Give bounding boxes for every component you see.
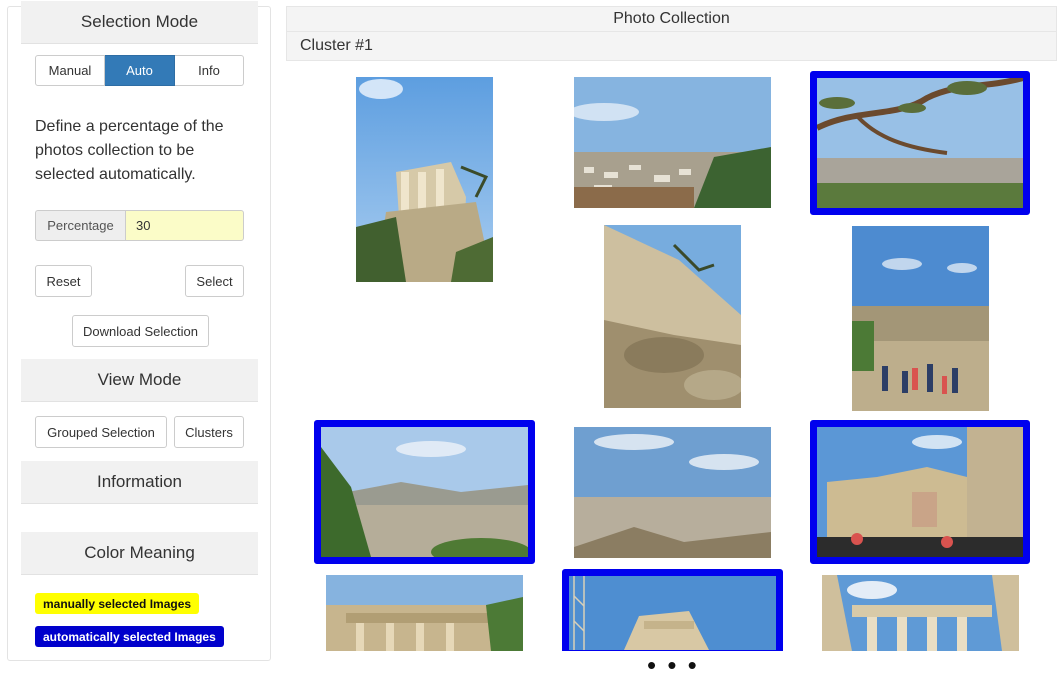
photo-fortification-wall[interactable] xyxy=(604,225,741,408)
clusters-button[interactable]: Clusters xyxy=(174,416,244,448)
photo-athens-cityscape[interactable] xyxy=(574,427,771,558)
photo-collection-panel: Photo Collection Cluster #1 • • • xyxy=(286,6,1057,678)
photo-city-panorama-odeon[interactable] xyxy=(574,77,771,208)
selection-mode-title: Selection Mode xyxy=(80,12,199,31)
view-mode-title: View Mode xyxy=(97,370,182,389)
auto-selected-badge: automatically selected Images xyxy=(35,626,224,647)
color-meaning-header: Color Meaning xyxy=(21,532,258,575)
cluster-label: Cluster #1 xyxy=(286,31,1057,61)
color-meaning-title: Color Meaning xyxy=(84,543,195,562)
percentage-input[interactable] xyxy=(125,210,244,241)
photo-propylaea-visitors[interactable] xyxy=(810,420,1030,564)
mode-tabs: Manual Auto Info xyxy=(35,55,244,86)
tab-auto[interactable]: Auto xyxy=(105,55,175,86)
percentage-label: Percentage xyxy=(35,210,125,241)
more-indicator[interactable]: • • • xyxy=(647,652,699,678)
reset-button[interactable]: Reset xyxy=(35,265,92,297)
photo-grid xyxy=(286,6,1057,651)
photo-temple-athena-nike[interactable] xyxy=(356,77,493,282)
photo-athens-hills-view[interactable] xyxy=(314,420,535,564)
auto-description: Define a percentage of the photos collec… xyxy=(35,118,224,183)
information-title: Information xyxy=(96,472,183,491)
photo-ruins-partial[interactable] xyxy=(326,575,523,651)
photo-erechtheion-partial[interactable] xyxy=(822,575,1019,651)
photo-temple-top-partial[interactable] xyxy=(562,569,783,651)
photo-olive-branch-city-view[interactable] xyxy=(810,71,1030,215)
download-selection-button[interactable]: Download Selection xyxy=(72,315,209,347)
select-button[interactable]: Select xyxy=(185,265,244,297)
view-mode-header: View Mode xyxy=(21,359,258,402)
tab-info[interactable]: Info xyxy=(175,55,244,86)
manual-selected-badge: manually selected Images xyxy=(35,593,200,614)
sidebar: Selection Mode Manual Auto Info Define a… xyxy=(7,1,271,661)
photo-tourists-propylaea[interactable] xyxy=(852,226,989,411)
percentage-group: Percentage xyxy=(35,210,244,241)
information-header[interactable]: Information xyxy=(21,461,258,504)
photo-collection-title: Photo Collection xyxy=(286,6,1057,31)
selection-mode-header: Selection Mode xyxy=(21,1,258,44)
tab-manual[interactable]: Manual xyxy=(35,55,105,86)
grouped-selection-button[interactable]: Grouped Selection xyxy=(35,416,167,448)
